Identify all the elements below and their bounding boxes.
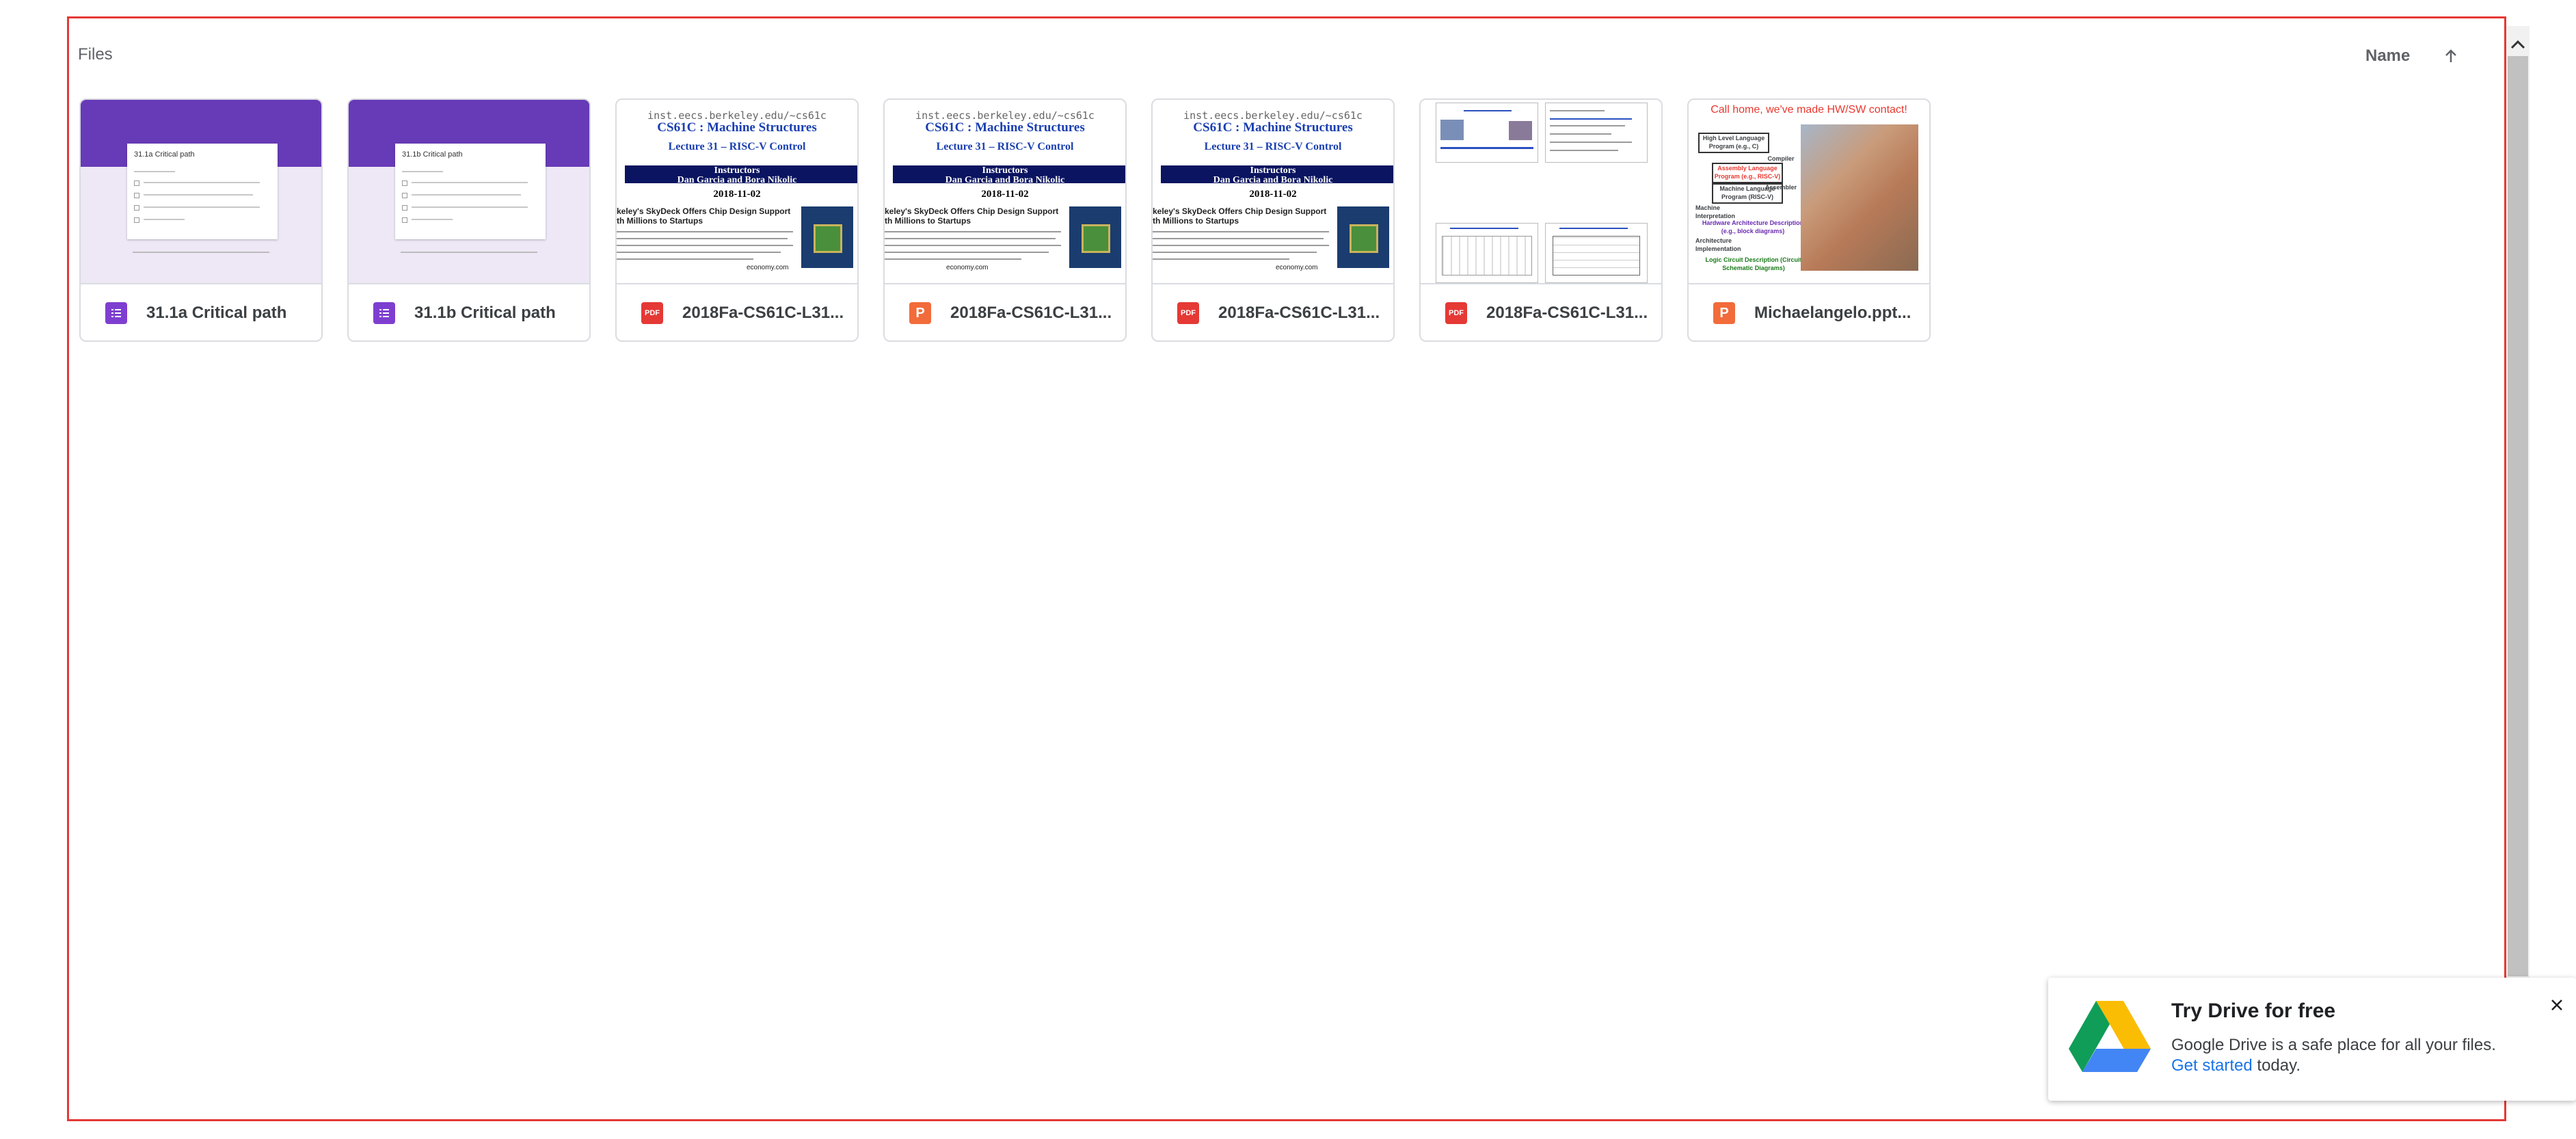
powerpoint-icon: P xyxy=(909,302,931,324)
file-thumbnail: inst.eecs.berkeley.edu/~cs61c CS61C : Ma… xyxy=(885,100,1125,283)
slide-instructors: Dan Garcia and Bora Nikolic xyxy=(945,175,1065,185)
sort-control[interactable]: Name xyxy=(2365,40,2465,72)
slide-lecture-title: Lecture 31 – RISC-V Control xyxy=(936,141,1074,152)
slide-headline-2: th Millions to Startups xyxy=(1153,216,1239,226)
thumbnail-title: 31.1a Critical path xyxy=(134,150,195,159)
slide-headline-2: th Millions to Startups xyxy=(617,216,703,226)
toast-message: Google Drive is a safe place for all you… xyxy=(2171,1036,2496,1054)
level-label: Logic Circuit Description (Circuit Schem… xyxy=(1705,256,1802,271)
slide-lecture-title: Lecture 31 – RISC-V Control xyxy=(1204,141,1342,152)
google-forms-icon xyxy=(105,302,127,324)
pdf-icon: PDF xyxy=(1177,302,1199,324)
file-card[interactable]: Call home, we've made HW/SW contact! Hig… xyxy=(1687,98,1931,342)
close-icon[interactable] xyxy=(2547,995,2566,1015)
file-thumbnail: Call home, we've made HW/SW contact! Hig… xyxy=(1689,100,1929,283)
file-card[interactable]: 31.1a Critical path 31.1a Critical path xyxy=(79,98,323,342)
file-thumbnail: inst.eecs.berkeley.edu/~cs61c CS61C : Ma… xyxy=(1153,100,1393,283)
level-label: Hardware Architecture Description (e.g.,… xyxy=(1702,219,1804,234)
toast-body: Google Drive is a safe place for all you… xyxy=(2171,1035,2496,1076)
slide-instructors: Dan Garcia and Bora Nikolic xyxy=(677,175,797,185)
slide-source: economy.com xyxy=(1276,264,1318,271)
file-name: 2018Fa-CS61C-L31... xyxy=(950,304,1112,322)
slide-date: 2018-11-02 xyxy=(981,189,1029,200)
slide-instructors: Dan Garcia and Bora Nikolic xyxy=(1213,175,1333,185)
slide-headline: keley's SkyDeck Offers Chip Design Suppo… xyxy=(885,206,1059,216)
thumbnail-title: 31.1b Critical path xyxy=(402,150,463,159)
creation-of-adam-painting xyxy=(1801,124,1918,271)
scroll-up-icon[interactable] xyxy=(2507,34,2529,55)
file-card[interactable]: 31.1b Critical path 31.1b Critical path xyxy=(347,98,591,342)
file-name: 2018Fa-CS61C-L31... xyxy=(1218,304,1380,322)
scrollbar-thumb[interactable] xyxy=(2508,56,2528,976)
slide-headline: keley's SkyDeck Offers Chip Design Suppo… xyxy=(617,206,791,216)
file-thumbnail: 31.1b Critical path xyxy=(349,100,589,283)
slide-lecture-title: Lecture 31 – RISC-V Control xyxy=(668,141,806,152)
slide-course-title: CS61C : Machine Structures xyxy=(1193,120,1353,135)
get-started-link[interactable]: Get started xyxy=(2171,1056,2253,1075)
pdf-icon: PDF xyxy=(1445,302,1467,324)
level-label: Machine Interpretation xyxy=(1695,204,1736,219)
file-thumbnail: inst.eecs.berkeley.edu/~cs61c CS61C : Ma… xyxy=(617,100,857,283)
slide-source: economy.com xyxy=(946,264,989,271)
toast-suffix: today. xyxy=(2252,1056,2300,1075)
pdf-icon: PDF xyxy=(641,302,663,324)
arrow-up-icon[interactable] xyxy=(2437,42,2465,70)
file-name: 2018Fa-CS61C-L31... xyxy=(1486,304,1648,322)
file-thumbnail xyxy=(1421,100,1661,283)
slide-course-title: CS61C : Machine Structures xyxy=(657,120,817,135)
level-label: Compiler xyxy=(1767,155,1795,162)
slide-date: 2018-11-02 xyxy=(713,189,761,200)
try-drive-toast: Try Drive for free Google Drive is a saf… xyxy=(2048,978,2576,1101)
toast-title: Try Drive for free xyxy=(2171,1000,2336,1022)
google-forms-icon xyxy=(373,302,395,324)
file-thumbnail: 31.1a Critical path xyxy=(81,100,321,283)
level-label: Machine Language Program (RISC-V) xyxy=(1712,183,1783,204)
files-section-title: Files xyxy=(78,45,113,64)
slide-date: 2018-11-02 xyxy=(1249,189,1297,200)
slide-course-title: CS61C : Machine Structures xyxy=(925,120,1085,135)
file-card[interactable]: inst.eecs.berkeley.edu/~cs61c CS61C : Ma… xyxy=(883,98,1127,342)
level-label: High Level Language Program (e.g., C) xyxy=(1698,133,1769,153)
slide-headline-2: th Millions to Startups xyxy=(885,216,971,226)
file-card[interactable]: inst.eecs.berkeley.edu/~cs61c CS61C : Ma… xyxy=(615,98,859,342)
slide-headline: keley's SkyDeck Offers Chip Design Suppo… xyxy=(1153,206,1327,216)
level-label: Architecture Implementation xyxy=(1695,237,1741,252)
file-name: 31.1a Critical path xyxy=(146,304,287,322)
file-name: Michaelangelo.ppt... xyxy=(1754,304,1911,322)
google-drive-icon xyxy=(2069,1001,2151,1075)
sort-name-label[interactable]: Name xyxy=(2365,46,2410,66)
file-card[interactable]: PDF 2018Fa-CS61C-L31... xyxy=(1419,98,1663,342)
powerpoint-icon: P xyxy=(1713,302,1735,324)
level-label: Assembly Language Program (e.g., RISC-V) xyxy=(1712,163,1783,183)
file-name: 2018Fa-CS61C-L31... xyxy=(682,304,844,322)
thumbnail-title: Call home, we've made HW/SW contact! xyxy=(1710,104,1907,116)
file-name: 31.1b Critical path xyxy=(414,304,556,322)
file-card[interactable]: inst.eecs.berkeley.edu/~cs61c CS61C : Ma… xyxy=(1151,98,1395,342)
slide-source: economy.com xyxy=(747,264,789,271)
